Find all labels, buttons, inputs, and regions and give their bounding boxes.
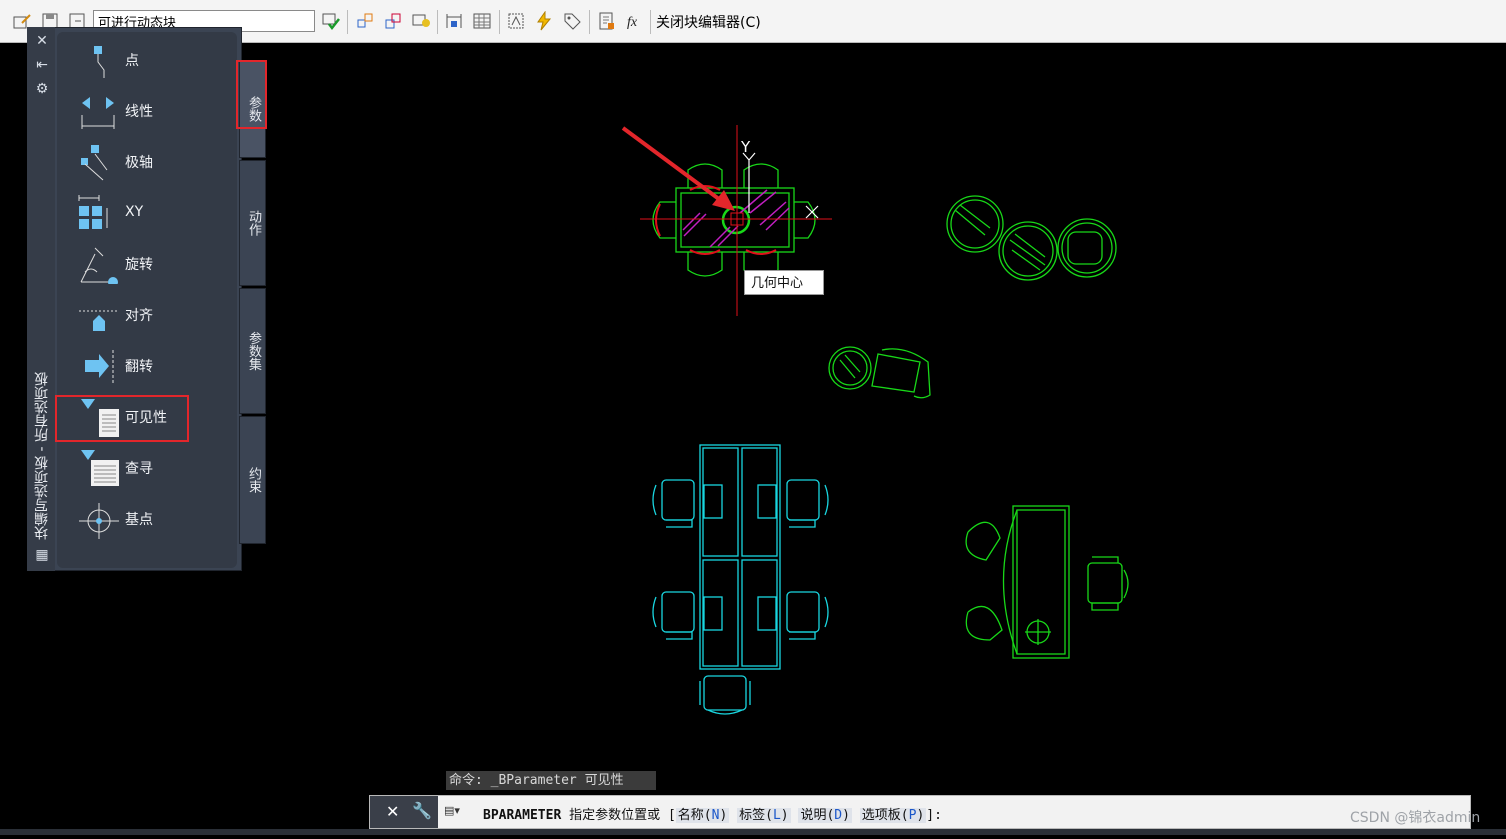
param-linear[interactable]: 线性 <box>57 87 235 133</box>
block-table-lock-icon[interactable] <box>444 11 464 31</box>
command-grip[interactable]: ✕ 🔧 <box>370 796 438 828</box>
command-line[interactable]: ✕ 🔧 ▤▾ BPARAMETER 指定参数位置或 [名称(N) 标签(L) 说… <box>369 795 1471 829</box>
param-lookup-label: 查寻 <box>125 461 153 477</box>
param-polar-label: 极轴 <box>125 155 153 171</box>
palette-properties-icon[interactable]: ▦ <box>34 547 50 563</box>
param-flip[interactable]: 翻转 <box>57 342 235 388</box>
fx-icon[interactable]: fx <box>625 11 645 31</box>
option-name[interactable]: 名称(N) <box>675 808 730 823</box>
tab-parameters-highlight <box>236 60 267 129</box>
show-constraints-icon[interactable] <box>411 11 431 31</box>
command-history-line: 命令: _BParameter 可见性 <box>446 771 656 790</box>
visibility-highlight <box>55 395 189 442</box>
geometric-center-tooltip: 几何中心 <box>744 270 824 295</box>
command-keyword: BPARAMETER <box>483 808 562 823</box>
tag-icon[interactable] <box>562 11 582 31</box>
param-rotation-label: 旋转 <box>125 257 153 273</box>
action-lightning-icon[interactable] <box>534 11 554 31</box>
ucs-icon <box>742 152 819 219</box>
auto-constrain-icon[interactable] <box>355 11 375 31</box>
param-basepoint-label: 基点 <box>125 512 153 528</box>
linear-param-icon <box>77 91 121 131</box>
status-bar <box>0 829 1506 835</box>
block-table-icon[interactable] <box>472 11 492 31</box>
parameter-manager-icon[interactable] <box>597 11 617 31</box>
param-lookup[interactable]: 查寻 <box>57 444 235 490</box>
option-palette[interactable]: 选项板(P) <box>859 808 927 823</box>
autohide-icon[interactable]: ⇤ <box>34 57 50 73</box>
polar-param-icon <box>77 142 121 182</box>
command-prompt-text: 指定参数位置或 <box>569 808 661 823</box>
param-alignment[interactable]: 对齐 <box>57 291 235 337</box>
param-rotation[interactable]: 旋转 <box>57 240 235 286</box>
close-icon[interactable]: ✕ <box>386 802 399 821</box>
geometric-constraint-icon[interactable] <box>383 11 403 31</box>
test-block-icon[interactable] <box>321 11 341 31</box>
alignment-param-icon <box>77 295 121 335</box>
ucs-y-label: Y <box>740 138 751 156</box>
parameter-list: 点 线性 极轴 XY 旋转 对齐 翻转 可见性 查寻 基点 <box>57 32 237 568</box>
close-block-editor-button[interactable]: 关闭块编辑器(C) <box>656 12 761 32</box>
flip-param-icon <box>77 346 121 386</box>
attribute-definition-icon[interactable] <box>506 11 526 31</box>
tab-parameter-sets[interactable]: 参数集 <box>239 288 266 414</box>
param-linear-label: 线性 <box>125 104 153 120</box>
param-basepoint[interactable]: 基点 <box>57 495 235 541</box>
tab-actions[interactable]: 动作 <box>239 160 266 286</box>
close-icon[interactable]: ✕ <box>34 33 50 49</box>
param-alignment-label: 对齐 <box>125 308 153 324</box>
command-prompt[interactable]: BPARAMETER 指定参数位置或 [名称(N) 标签(L) 说明(D) 选项… <box>483 804 942 823</box>
lookup-param-icon <box>77 448 121 488</box>
small-table-chair <box>828 346 931 399</box>
conference-table <box>652 444 829 715</box>
rotation-param-icon <box>77 244 121 284</box>
tab-constraints[interactable]: 约束 <box>239 416 266 544</box>
param-flip-label: 翻转 <box>125 359 153 375</box>
param-xy[interactable]: XY <box>57 190 235 236</box>
param-point-label: 点 <box>125 53 139 69</box>
round-table-set <box>946 195 1117 281</box>
palette-title: 块编写选项板 - 所有选项板 <box>34 372 50 540</box>
option-label[interactable]: 标签(L) <box>737 808 791 823</box>
recent-commands-dropdown[interactable]: ▤▾ <box>444 804 474 822</box>
gear-icon[interactable]: ⚙ <box>34 81 50 97</box>
dining-table-4-chairs <box>652 163 816 277</box>
option-description[interactable]: 说明(D) <box>798 808 852 823</box>
svg-text:fx: fx <box>627 15 638 30</box>
office-desk <box>965 505 1129 659</box>
param-polar[interactable]: 极轴 <box>57 138 235 184</box>
annotation-arrow <box>621 126 735 211</box>
watermark: CSDN @锦衣admin <box>1350 810 1481 826</box>
point-param-icon <box>77 40 121 80</box>
param-xy-label: XY <box>125 204 144 220</box>
xy-param-icon <box>77 194 121 234</box>
param-point[interactable]: 点 <box>57 36 235 82</box>
basepoint-param-icon <box>77 499 121 539</box>
wrench-icon[interactable]: 🔧 <box>412 801 432 820</box>
